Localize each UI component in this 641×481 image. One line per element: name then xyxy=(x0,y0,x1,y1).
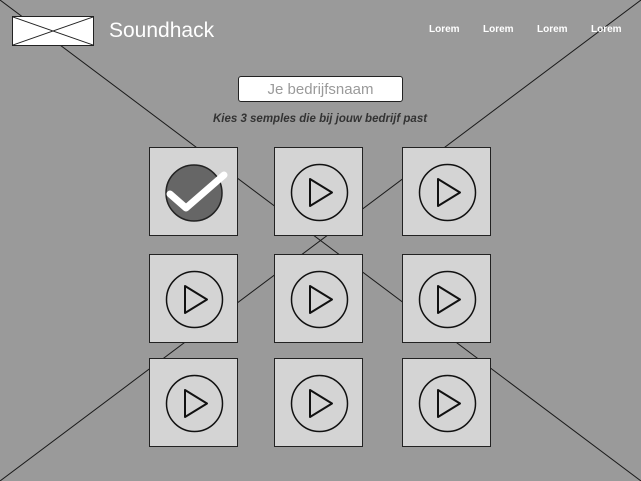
company-name-input[interactable] xyxy=(238,76,403,102)
sample-tile[interactable] xyxy=(149,254,238,343)
play-icon xyxy=(290,163,349,222)
play-icon xyxy=(418,374,477,433)
sample-tile[interactable] xyxy=(402,254,491,343)
play-icon xyxy=(165,270,224,329)
checkmark-icon xyxy=(165,164,228,222)
sample-tile[interactable] xyxy=(274,147,363,236)
sample-tile-selected[interactable] xyxy=(149,147,238,236)
sample-tile[interactable] xyxy=(274,358,363,447)
sample-tile[interactable] xyxy=(402,147,491,236)
play-icon xyxy=(418,163,477,222)
nav-link-1[interactable]: Lorem xyxy=(429,24,460,36)
main-nav: Lorem Lorem Lorem Lorem xyxy=(0,24,641,38)
instruction-text: Kies 3 semples die bij jouw bedrijf past xyxy=(212,113,428,125)
sample-tile[interactable] xyxy=(149,358,238,447)
sample-tile[interactable] xyxy=(274,254,363,343)
nav-link-4[interactable]: Lorem xyxy=(591,24,622,36)
play-icon xyxy=(290,374,349,433)
nav-link-2[interactable]: Lorem xyxy=(483,24,514,36)
play-icon xyxy=(418,270,477,329)
play-icon xyxy=(165,374,224,433)
play-icon xyxy=(290,270,349,329)
sample-tile[interactable] xyxy=(402,358,491,447)
nav-link-3[interactable]: Lorem xyxy=(537,24,568,36)
